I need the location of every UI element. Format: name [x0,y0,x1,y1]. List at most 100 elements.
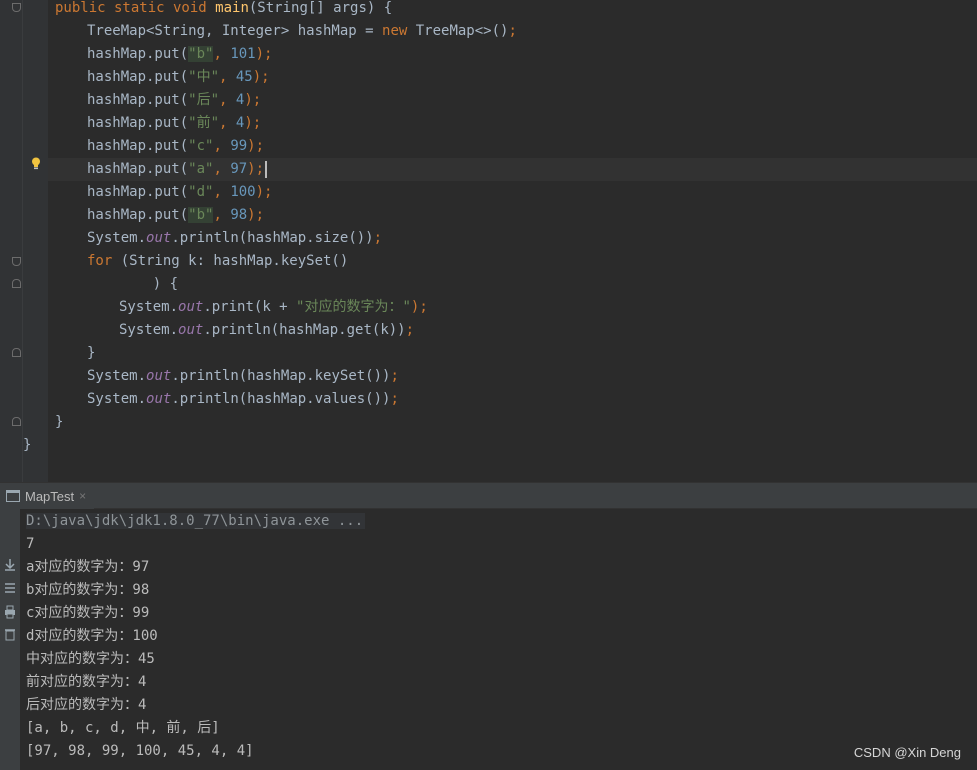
code-token: } [87,345,96,361]
console-line: 7 [26,536,35,552]
code-token: "b" [188,46,214,62]
code-line[interactable]: System.out.println(hashMap.size()); [0,227,977,250]
console-line: [a, b, c, d, 中, 前, 后] [26,720,220,736]
code-token: , [213,138,231,154]
trash-icon[interactable] [3,627,17,641]
code-token: System. [87,391,147,407]
code-token: , [213,184,231,200]
code-text: hashMap.put("前", 4); [87,112,261,135]
code-token: "对应的数字为：" [296,299,411,315]
code-line[interactable]: public static void main(String[] args) { [0,0,977,20]
code-token: ; [508,23,517,39]
code-token: ); [410,299,428,315]
scroll-to-end-icon[interactable] [3,557,17,571]
code-token: 98 [230,207,248,223]
console-line: b对应的数字为：98 [26,582,150,598]
code-text: } [23,434,31,457]
console-line: d对应的数字为：100 [26,628,158,644]
run-tab-maptest[interactable]: MapTest × [0,483,95,509]
console-line: 前对应的数字为：4 [26,674,147,690]
code-text: TreeMap<String, Integer> hashMap = new T… [87,20,517,43]
code-token: System. [119,299,179,315]
code-token: , [219,92,236,108]
code-text: hashMap.put("b", 98); [87,204,264,227]
console-line: [97, 98, 99, 100, 45, 4, 4] [26,743,254,759]
code-text: System.out.println(hashMap.values()); [87,388,399,411]
code-line[interactable]: for (String k: hashMap.keySet() [0,250,977,273]
text-caret [265,160,268,178]
code-token: hashMap.put( [87,207,189,223]
console-command-line: D:\java\jdk\jdk1.8.0_77\bin\java.exe ... [26,510,366,533]
code-token: for [87,253,121,269]
code-text: } [55,411,63,434]
code-token: hashMap.put( [87,184,189,200]
code-token: hashMap.put( [87,138,189,154]
code-token: hashMap.put( [87,69,189,85]
code-token: "b" [188,207,214,223]
code-line[interactable]: System.out.print(k + "对应的数字为："); [0,296,977,319]
code-text: hashMap.put("c", 99); [87,135,264,158]
close-icon[interactable]: × [79,489,86,503]
print-icon[interactable] [3,605,17,619]
code-token: } [55,414,64,430]
code-line[interactable]: hashMap.put("中", 45); [0,66,977,89]
code-token: hashMap.put( [87,46,189,62]
code-token: ); [247,207,265,223]
code-line[interactable]: TreeMap<String, Integer> hashMap = new T… [0,20,977,43]
code-text: for (String k: hashMap.keySet() [87,250,348,273]
console-output[interactable]: D:\java\jdk\jdk1.8.0_77\bin\java.exe ...… [20,509,977,770]
lightbulb-icon[interactable] [31,157,41,170]
code-text: hashMap.put("d", 100); [87,181,272,204]
code-text: System.out.println(hashMap.size()); [87,227,382,250]
code-token: out [146,368,172,384]
code-line[interactable]: hashMap.put("b", 101); [0,43,977,66]
code-token: ); [244,115,262,131]
code-token: ; [390,391,399,407]
code-line[interactable]: } [0,411,977,434]
code-token: ; [405,322,415,338]
code-line[interactable]: System.out.println(hashMap.keySet()); [0,365,977,388]
code-token: hashMap.put( [87,115,189,131]
code-token: (String[] args) { [248,0,393,16]
code-line[interactable]: } [0,342,977,365]
code-token: public static void [55,0,216,16]
code-editor[interactable]: public static void main(String[] args) {… [0,0,977,482]
code-token: main [215,0,249,16]
console-icon [6,490,20,502]
code-token: "中" [188,69,220,85]
code-token: , [213,46,231,62]
code-token: , [213,207,231,223]
code-line[interactable]: hashMap.put("a", 97); [48,158,977,181]
code-line[interactable]: hashMap.put("d", 100); [0,181,977,204]
code-token: TreeMap<String, Integer> hashMap = [87,23,383,39]
soft-wrap-icon[interactable] [3,581,17,595]
code-text: hashMap.put("a", 97); [87,158,268,181]
code-token: (String k: hashMap.keySet() [120,253,349,269]
code-text: System.out.println(hashMap.get(k)); [119,319,414,342]
code-token: out [178,299,204,315]
code-token: TreeMap<>() [415,23,509,39]
code-token: ); [244,92,262,108]
code-token: System. [87,230,147,246]
code-line[interactable]: System.out.println(hashMap.values()); [0,388,977,411]
code-token: 100 [230,184,256,200]
code-line[interactable]: hashMap.put("后", 4); [0,89,977,112]
code-token: ); [255,46,273,62]
code-text: ) { [119,273,178,296]
code-token: ); [252,69,270,85]
code-text: } [87,342,95,365]
code-line[interactable]: } [0,434,977,457]
run-side-toolbar [0,509,20,770]
code-line[interactable]: hashMap.put("c", 99); [0,135,977,158]
console-command: D:\java\jdk\jdk1.8.0_77\bin\java.exe ... [26,513,366,529]
code-line[interactable]: System.out.println(hashMap.get(k)); [0,319,977,342]
code-line[interactable]: hashMap.put("b", 98); [0,204,977,227]
code-token: "后" [188,92,220,108]
code-line[interactable]: ) { [0,273,977,296]
code-token: ; [390,368,399,384]
code-token: "a" [188,161,214,177]
code-token: 99 [230,138,248,154]
code-text: System.out.print(k + "对应的数字为："); [119,296,428,319]
code-line[interactable]: hashMap.put("前", 4); [0,112,977,135]
code-token: } [23,437,32,453]
